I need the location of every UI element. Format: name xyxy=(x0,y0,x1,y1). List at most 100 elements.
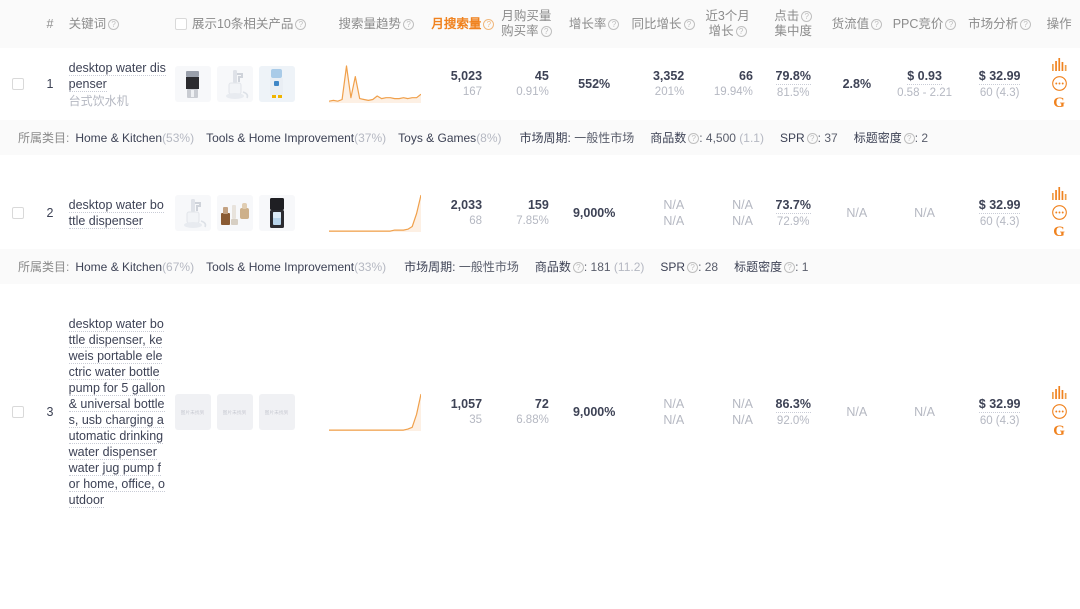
th-keyword[interactable]: 关键词? xyxy=(64,0,171,48)
ellipsis-circle-icon[interactable] xyxy=(1051,205,1067,220)
help-icon[interactable]: ? xyxy=(688,133,700,144)
operation-cell: G xyxy=(1038,177,1080,249)
th-supply-value[interactable]: 货流值? xyxy=(825,0,889,48)
ellipsis-circle-icon[interactable] xyxy=(1051,404,1067,419)
product-thumb-placeholder-label: 图片未找到 xyxy=(265,409,289,416)
market-analysis-price[interactable]: $ 32.99 xyxy=(978,396,1021,413)
google-icon[interactable]: G xyxy=(1053,96,1065,111)
table-row: 2 desktop water bottle dispenser 2,033 68 15… xyxy=(0,177,1080,249)
product-thumb[interactable] xyxy=(174,66,211,102)
category-chip[interactable]: Home & Kitchen(53%) xyxy=(75,131,194,145)
th-monthly-purchase[interactable]: 月购买量 购买率? xyxy=(492,0,561,48)
product-thumb-placeholder-label: 图片未找到 xyxy=(223,409,247,416)
th-click-concentration[interactable]: 点击? 集中度 xyxy=(760,0,826,48)
bar-chart-icon[interactable] xyxy=(1051,386,1067,399)
product-thumb-placeholder[interactable]: 图片未找到 xyxy=(258,394,295,430)
product-thumb-placeholder[interactable]: 图片未找到 xyxy=(174,394,211,430)
help-icon[interactable]: ? xyxy=(903,133,915,144)
help-icon[interactable]: ? xyxy=(871,18,883,30)
ppc-bid-value[interactable]: $ 0.93 xyxy=(907,68,942,85)
product-thumb[interactable] xyxy=(258,195,295,231)
growth-rate-value: 9,000% xyxy=(572,405,616,419)
product-thumb[interactable] xyxy=(174,195,211,231)
growth-rate-cell: 9,000% xyxy=(561,177,628,249)
category-name: Home & Kitchen xyxy=(75,131,163,145)
th-monthly-purchase-line2: 购买率 xyxy=(501,24,539,38)
category-label: 所属类目: xyxy=(18,131,70,145)
help-icon[interactable]: ? xyxy=(735,26,747,37)
help-icon[interactable]: ? xyxy=(540,26,552,37)
search-trend-sparkline[interactable] xyxy=(329,61,422,107)
th-yoy-growth[interactable]: 同比增长? xyxy=(627,0,695,48)
th-market-analysis[interactable]: 市场分析? xyxy=(961,0,1039,48)
related-products-checkbox[interactable] xyxy=(174,17,187,30)
help-icon[interactable]: ? xyxy=(608,18,620,30)
yoy-growth-cell: N/A N/A xyxy=(628,177,695,249)
market-analysis-price[interactable]: $ 32.99 xyxy=(978,197,1021,214)
google-icon[interactable]: G xyxy=(1053,424,1065,439)
product-thumb[interactable] xyxy=(216,195,253,231)
row-select-cell[interactable] xyxy=(0,177,35,249)
category-chip[interactable]: Home & Kitchen(67%) xyxy=(75,260,194,274)
keyword-text[interactable]: desktop water bottle dispenser, keweis p… xyxy=(68,317,166,508)
help-icon[interactable]: ? xyxy=(801,11,813,22)
ppc-bid-cell: N/A xyxy=(888,177,961,249)
row-separator xyxy=(0,155,1080,177)
category-chip[interactable]: Tools & Home Improvement(33%) xyxy=(206,260,386,274)
help-icon[interactable]: ? xyxy=(108,18,120,30)
th-growth-rate[interactable]: 增长率? xyxy=(560,0,628,48)
three-month-growth-cell: 66 19.94% xyxy=(694,48,761,120)
row-select-cell[interactable] xyxy=(0,48,35,120)
row-select-cell[interactable] xyxy=(0,306,35,518)
market-analysis-price[interactable]: $ 32.99 xyxy=(978,68,1021,85)
row-checkbox[interactable] xyxy=(11,207,24,219)
bar-chart-icon[interactable] xyxy=(1051,58,1067,71)
search-trend-sparkline[interactable] xyxy=(329,389,422,435)
yoy-growth-cell: N/A N/A xyxy=(628,306,695,518)
click-concentration-cell: 79.8% 81.5% xyxy=(761,48,826,120)
th-growth-rate-label: 增长率 xyxy=(568,16,607,31)
click-concentration-value[interactable]: 86.3% xyxy=(775,396,811,413)
th-operation: 操作 xyxy=(1038,0,1080,48)
th-ppc-bid[interactable]: PPC竞价? xyxy=(888,0,962,48)
ellipsis-circle-icon[interactable] xyxy=(1051,76,1067,91)
row-checkbox[interactable] xyxy=(11,78,24,90)
keyword-meta-row: 所属类目: Home & Kitchen(67%) Tools & Home Imp… xyxy=(0,249,1080,284)
keyword-table: # 关键词? 展示10条相关产品? 搜索量趋势? 月搜索量? 月购买量 购买率? xyxy=(0,0,1080,518)
th-search-trend-label: 搜索量趋势 xyxy=(338,16,402,31)
google-icon[interactable]: G xyxy=(1053,225,1065,240)
help-icon[interactable]: ? xyxy=(403,18,415,30)
help-icon[interactable]: ? xyxy=(572,262,584,273)
help-icon[interactable]: ? xyxy=(1020,18,1032,30)
row-checkbox[interactable] xyxy=(11,406,24,418)
th-monthly-search[interactable]: 月搜索量? xyxy=(427,0,495,48)
th-related-products[interactable]: 展示10条相关产品? xyxy=(170,0,326,48)
th-select-all[interactable] xyxy=(0,0,36,48)
th-search-trend[interactable]: 搜索量趋势? xyxy=(325,0,428,48)
supply-value: N/A xyxy=(846,405,868,419)
supply-value: N/A xyxy=(846,206,868,220)
keyword-text[interactable]: desktop water bottle dispenser xyxy=(68,198,164,229)
product-thumb[interactable] xyxy=(216,66,253,102)
product-thumb-placeholder[interactable]: 图片未找到 xyxy=(216,394,253,430)
help-icon[interactable]: ? xyxy=(483,18,495,30)
help-icon[interactable]: ? xyxy=(806,133,818,144)
ppc-bid-value: N/A xyxy=(914,206,935,220)
help-icon[interactable]: ? xyxy=(683,18,695,30)
category-chip[interactable]: Tools & Home Improvement(37%) xyxy=(206,131,386,145)
help-icon[interactable]: ? xyxy=(784,262,796,273)
product-count-extra: (11.2) xyxy=(613,260,645,274)
search-trend-cell xyxy=(325,177,427,249)
bar-chart-icon[interactable] xyxy=(1051,187,1067,200)
click-concentration-value[interactable]: 79.8% xyxy=(775,68,811,85)
help-icon[interactable]: ? xyxy=(687,262,699,273)
product-thumb[interactable] xyxy=(258,66,295,102)
keyword-text[interactable]: desktop water dispenser xyxy=(68,60,166,92)
category-chip[interactable]: Toys & Games(8%) xyxy=(398,131,501,145)
click-concentration-value[interactable]: 73.7% xyxy=(775,197,811,214)
th-three-month-growth[interactable]: 近3个月 增长? xyxy=(694,0,761,48)
help-icon[interactable]: ? xyxy=(945,18,957,30)
help-icon[interactable]: ? xyxy=(295,18,307,30)
row-index: 1 xyxy=(46,77,54,91)
search-trend-sparkline[interactable] xyxy=(329,190,422,236)
